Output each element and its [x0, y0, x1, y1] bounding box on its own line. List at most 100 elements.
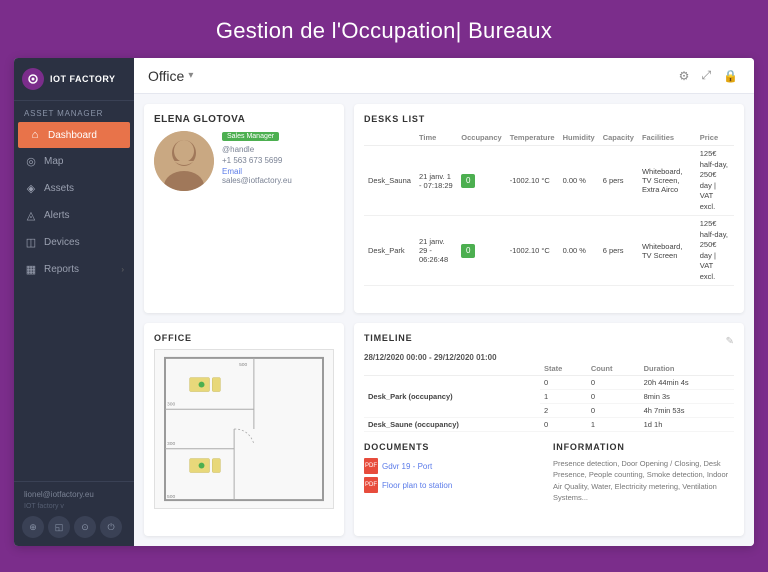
- sidebar-actions: ⊕ ◱ ⊙ ⏻: [22, 516, 126, 538]
- svg-text:300: 300: [167, 441, 175, 447]
- col-capacity: Capacity: [599, 130, 638, 146]
- expand-icon[interactable]: ⤢: [699, 66, 713, 85]
- tl-col-label: [364, 362, 540, 376]
- doc-name-2: Floor plan to station: [382, 481, 452, 490]
- sidebar-action-btn-1[interactable]: ⊕: [22, 516, 44, 538]
- documents-title: DOCUMENTS: [364, 442, 545, 452]
- svg-text:300: 300: [167, 401, 175, 407]
- app-container: IOT FACTORY ASSET MANAGER ⌂ Dashboard ◎ …: [14, 58, 754, 546]
- profile-name: ELENA GLOTOVA: [154, 114, 334, 125]
- tl-section-label-1: Desk_Park (occupancy): [364, 376, 540, 418]
- sidebar-nav: ⌂ Dashboard ◎ Map ◈ Assets ◬ Alerts ◫ De…: [14, 122, 134, 481]
- tl-duration-0: 20h 44min 4s: [640, 376, 734, 390]
- sidebar-item-assets[interactable]: ◈ Assets: [14, 175, 134, 202]
- col-temp: Temperature: [506, 130, 559, 146]
- tl-count-2: 0: [587, 404, 640, 418]
- col-humidity: Humidity: [559, 130, 599, 146]
- dashboard-icon: ⌂: [28, 129, 42, 141]
- desk-temp-1: -1002.10 °C: [506, 146, 559, 216]
- svg-text:500: 500: [167, 494, 175, 500]
- desk-humidity-2: 0.00 %: [559, 216, 599, 286]
- page-title: Gestion de l'Occupation| Bureaux: [0, 18, 768, 44]
- pdf-icon-1: PDF: [364, 458, 378, 474]
- settings-icon[interactable]: ⚙: [677, 67, 692, 85]
- desk-temp-2: -1002.10 °C: [506, 216, 559, 286]
- devices-icon: ◫: [24, 236, 38, 249]
- sidebar-item-label-assets: Assets: [44, 183, 74, 194]
- col-facilities: Facilities: [638, 130, 696, 146]
- tl-count-0: 0: [587, 376, 640, 390]
- floorplan-title: OFFICE: [154, 333, 334, 343]
- timeline-card: TIMELINE ✎ 28/12/2020 00:00 - 29/12/2020…: [354, 323, 744, 536]
- table-row: Desk_Park 21 janv. 29 - 06:26:48 0 -1002…: [364, 216, 734, 286]
- tl-col-duration: Duration: [640, 362, 734, 376]
- sidebar-item-label-dashboard: Dashboard: [48, 130, 97, 141]
- information-text: Presence detection, Door Opening / Closi…: [553, 458, 734, 503]
- col-time: Time: [415, 130, 457, 146]
- doc-item-2[interactable]: PDF Floor plan to station: [364, 477, 545, 493]
- tl-col-state: State: [540, 362, 587, 376]
- edit-icon[interactable]: ✎: [726, 336, 734, 347]
- doc-item-1[interactable]: PDF Gdvr 19 - Port: [364, 458, 545, 474]
- desk-price-1: 125€ half-day, 250€ day | VAT excl.: [696, 146, 734, 216]
- contact-details: Sales Manager @handle +1 563 673 5699 Em…: [222, 131, 292, 191]
- logo-text: IOT FACTORY: [50, 74, 116, 85]
- sidebar-item-devices[interactable]: ◫ Devices: [14, 229, 134, 256]
- floorplan-area: 300 300 500 500: [154, 349, 334, 509]
- desk-facilities-1: Whiteboard, TV Screen, Extra Airco: [638, 146, 696, 216]
- topbar-title-text: Office: [148, 68, 184, 84]
- desk-price-2: 125€ half-day, 250€ day | VAT excl.: [696, 216, 734, 286]
- table-row: Desk_Park (occupancy) 0 0 20h 44min 4s: [364, 376, 734, 390]
- sidebar-item-reports[interactable]: ▦ Reports ›: [14, 256, 134, 283]
- lock-icon[interactable]: 🔒: [721, 67, 740, 85]
- logo-icon: [22, 68, 44, 90]
- reports-chevron: ›: [121, 265, 124, 274]
- tl-section-label-2: Desk_Saune (occupancy): [364, 418, 540, 432]
- topbar: Office ▾ ⚙ ⤢ 🔒: [134, 58, 754, 94]
- tl-state-s2: 0: [540, 418, 587, 432]
- user-email: lionel@iotfactory.eu: [22, 490, 126, 499]
- desk-capacity-1: 6 pers: [599, 146, 638, 216]
- information-section: INFORMATION Presence detection, Door Ope…: [553, 442, 734, 503]
- topbar-actions: ⚙ ⤢ 🔒: [677, 66, 740, 85]
- map-icon: ◎: [24, 155, 38, 168]
- col-name: [364, 130, 415, 146]
- role-badge: Sales Manager: [222, 132, 279, 141]
- tl-duration-2: 4h 7min 53s: [640, 404, 734, 418]
- desk-time-1: 21 janv. 1 - 07:18:29: [415, 146, 457, 216]
- tl-state-0: 0: [540, 376, 587, 390]
- desk-occ-2: 0: [457, 216, 505, 286]
- content-area: ELENA GLOTOVA Sales Manager @hand: [134, 94, 754, 546]
- timeline-title: TIMELINE: [364, 333, 412, 343]
- sidebar-action-btn-2[interactable]: ◱: [48, 516, 70, 538]
- username: @handle: [222, 145, 292, 154]
- desk-name-2: Desk_Park: [364, 216, 415, 286]
- avatar: [154, 131, 214, 191]
- sidebar-item-label-devices: Devices: [44, 237, 80, 248]
- svg-text:500: 500: [239, 362, 247, 368]
- sidebar-action-btn-4[interactable]: ⏻: [100, 516, 122, 538]
- table-row: Desk_Saune (occupancy) 0 1 1d 1h: [364, 418, 734, 432]
- desk-name-1: Desk_Sauna: [364, 146, 415, 216]
- main-content: Office ▾ ⚙ ⤢ 🔒 ELENA GLOTOVA: [134, 58, 754, 546]
- tl-col-count: Count: [587, 362, 640, 376]
- page-header: Gestion de l'Occupation| Bureaux: [0, 0, 768, 58]
- email-value: sales@iotfactory.eu: [222, 176, 292, 185]
- topbar-title: Office ▾: [148, 68, 193, 84]
- sidebar-item-map[interactable]: ◎ Map: [14, 148, 134, 175]
- sidebar-item-label-alerts: Alerts: [44, 210, 70, 221]
- col-occupancy: Occupancy: [457, 130, 505, 146]
- topbar-chevron-icon: ▾: [188, 70, 193, 81]
- sidebar-footer: lionel@iotfactory.eu IOT factory v ⊕ ◱ ⊙…: [14, 481, 134, 546]
- sidebar-item-alerts[interactable]: ◬ Alerts: [14, 202, 134, 229]
- floorplan-card: OFFICE: [144, 323, 344, 536]
- reports-icon: ▦: [24, 263, 38, 276]
- sidebar: IOT FACTORY ASSET MANAGER ⌂ Dashboard ◎ …: [14, 58, 134, 546]
- col-price: Price: [696, 130, 734, 146]
- sidebar-action-btn-3[interactable]: ⊙: [74, 516, 96, 538]
- email-link[interactable]: Email: [222, 167, 242, 176]
- bottom-row: DOCUMENTS PDF Gdvr 19 - Port PDF Floor p…: [364, 442, 734, 503]
- sidebar-item-dashboard[interactable]: ⌂ Dashboard: [18, 122, 130, 148]
- assets-icon: ◈: [24, 182, 38, 195]
- desk-facilities-2: Whiteboard, TV Screen: [638, 216, 696, 286]
